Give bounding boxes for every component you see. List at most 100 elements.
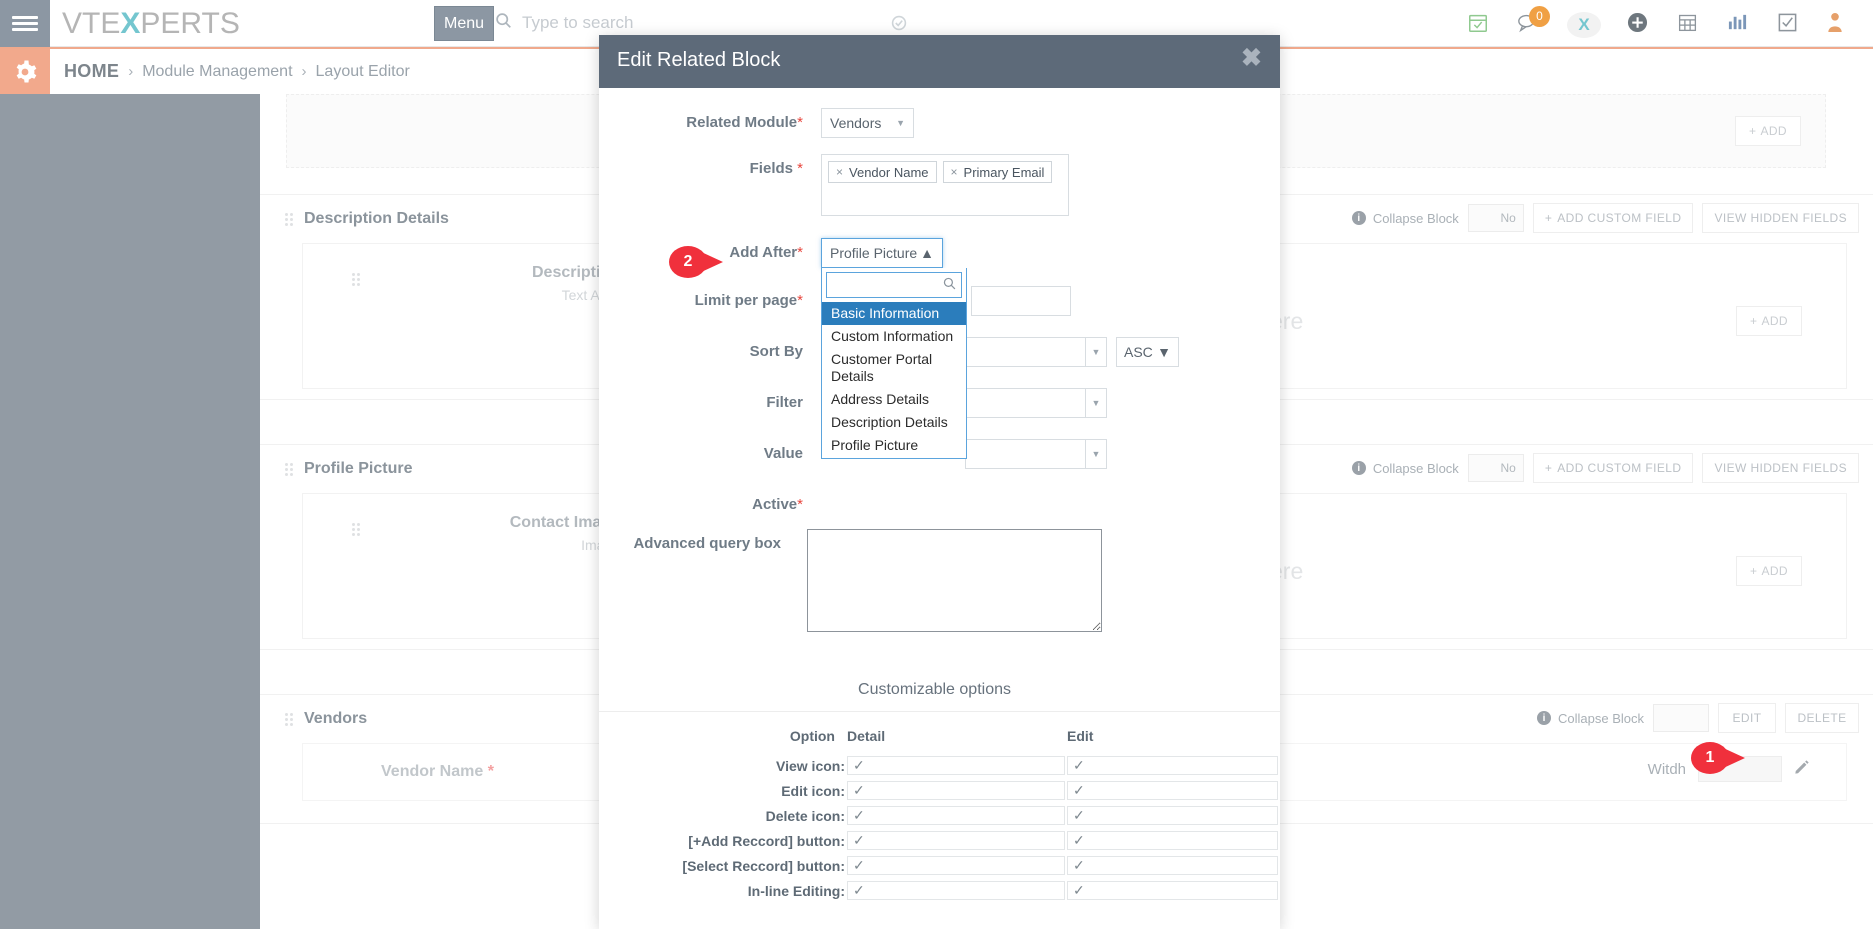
active-checkbox[interactable] — [965, 490, 985, 510]
analytics-icon[interactable] — [1727, 12, 1751, 36]
add-after-option-basic-information[interactable]: Basic Information — [822, 302, 966, 326]
edit-checkbox[interactable]: ✓ — [1067, 806, 1278, 825]
sort-by-select-caret[interactable]: ▼ — [1085, 337, 1107, 367]
value-select-caret[interactable]: ▼ — [1085, 439, 1107, 469]
option-edit-cell[interactable]: ✓ — [1067, 829, 1278, 852]
filter-select-caret[interactable]: ▼ — [1085, 388, 1107, 418]
collapse-block-label: Collapse Block — [1372, 460, 1459, 476]
drag-handle-icon[interactable] — [284, 712, 294, 726]
breadcrumb-item-module-management[interactable]: Module Management — [142, 63, 292, 81]
advanced-query-textarea[interactable] — [807, 529, 1102, 632]
tasks-icon[interactable] — [1777, 12, 1801, 36]
plus-icon: + — [1750, 564, 1758, 578]
option-detail-cell[interactable]: ✓ — [847, 854, 1065, 877]
add-after-select[interactable]: Profile Picture ▲ — [821, 238, 943, 268]
limit-per-page-input[interactable] — [971, 286, 1071, 316]
option-edit-cell[interactable]: ✓ — [1067, 754, 1278, 777]
active-control — [965, 490, 985, 513]
add-field-button[interactable]: + ADD — [1736, 306, 1802, 336]
drag-handle-icon[interactable] — [351, 522, 361, 536]
collapse-toggle[interactable]: No — [1467, 204, 1524, 232]
sort-direction-select[interactable]: ASC ▼ — [1116, 337, 1179, 367]
option-edit-cell[interactable]: ✓ — [1067, 779, 1278, 802]
related-module-value: Vendors — [830, 115, 882, 131]
edit-checkbox[interactable]: ✓ — [1067, 756, 1278, 775]
field-cell: Contact Image Image — [303, 494, 643, 638]
add-custom-field-button[interactable]: + ADD CUSTOM FIELD — [1532, 453, 1694, 483]
search-confirm-icon[interactable] — [891, 15, 907, 36]
edit-checkbox[interactable]: ✓ — [1067, 781, 1278, 800]
filter-select-body[interactable] — [965, 388, 1085, 418]
remove-chip-icon[interactable]: × — [951, 165, 958, 179]
drag-handle-icon[interactable] — [351, 272, 361, 286]
option-detail-cell[interactable]: ✓ — [847, 754, 1065, 777]
user-icon[interactable] — [1827, 12, 1851, 36]
detail-checkbox[interactable]: ✓ — [847, 831, 1065, 850]
option-detail-cell[interactable]: ✓ — [847, 879, 1065, 902]
field-chip-vendor-name[interactable]: × Vendor Name — [828, 161, 937, 183]
detail-checkbox[interactable]: ✓ — [847, 756, 1065, 775]
filter-label: Filter — [766, 394, 803, 411]
hamburger-menu-icon[interactable] — [0, 0, 50, 47]
option-detail-cell[interactable]: ✓ — [847, 829, 1065, 852]
option-detail-cell[interactable]: ✓ — [847, 804, 1065, 827]
remove-chip-icon[interactable]: × — [836, 165, 843, 179]
collapse-toggle[interactable]: No — [1467, 454, 1524, 482]
option-edit-cell[interactable]: ✓ — [1067, 879, 1278, 902]
sort-by-select-body[interactable] — [965, 337, 1085, 367]
breadcrumb-item-layout-editor[interactable]: Layout Editor — [316, 63, 410, 81]
add-circle-icon[interactable] — [1627, 12, 1651, 36]
options-header-detail: Detail — [847, 728, 886, 744]
advanced-query-control — [807, 529, 1102, 637]
topbar-icon-group: 0 X — [1467, 0, 1861, 47]
option-detail-cell[interactable]: ✓ — [847, 779, 1065, 802]
add-after-option-custom-information[interactable]: Custom Information — [822, 325, 966, 348]
detail-checkbox[interactable]: ✓ — [847, 806, 1065, 825]
add-field-button[interactable]: + ADD — [1735, 116, 1801, 146]
fields-multiselect[interactable]: × Vendor Name × Primary Email — [821, 154, 1069, 216]
vtexperts-x-icon[interactable]: X — [1567, 11, 1601, 38]
option-label: [+Add Reccord] button: — [688, 832, 845, 849]
chat-icon[interactable]: 0 — [1517, 5, 1550, 36]
drag-handle-icon[interactable] — [284, 212, 294, 226]
add-after-option-customer-portal-details[interactable]: Customer Portal Details — [822, 348, 966, 388]
breadcrumb-home[interactable]: HOME — [64, 61, 119, 82]
close-icon[interactable]: ✖ — [1241, 46, 1262, 71]
related-module-select[interactable]: Vendors ▼ — [821, 108, 914, 138]
limit-per-page-label: Limit per page* — [694, 292, 803, 309]
view-hidden-fields-button[interactable]: VIEW HIDDEN FIELDS — [1702, 203, 1859, 233]
delete-related-block-button[interactable]: DELETE — [1785, 703, 1859, 733]
collapse-block-control: i Collapse Block — [1537, 711, 1644, 726]
detail-checkbox[interactable]: ✓ — [847, 781, 1065, 800]
detail-checkbox[interactable]: ✓ — [847, 881, 1065, 900]
option-edit-cell[interactable]: ✓ — [1067, 854, 1278, 877]
calendar-icon[interactable] — [1677, 12, 1701, 36]
add-after-search-input[interactable] — [826, 272, 962, 298]
edit-checkbox[interactable]: ✓ — [1067, 881, 1278, 900]
search-input[interactable] — [520, 12, 850, 34]
value-control: ▼ — [965, 439, 1107, 469]
add-after-option-description-details[interactable]: Description Details — [822, 411, 966, 434]
field-chip-primary-email[interactable]: × Primary Email — [942, 161, 1053, 183]
add-custom-field-button[interactable]: + ADD CUSTOM FIELD — [1532, 203, 1694, 233]
add-field-button[interactable]: + ADD — [1736, 556, 1802, 586]
advanced-query-label: Advanced query box — [633, 535, 781, 552]
edit-checkbox[interactable]: ✓ — [1067, 831, 1278, 850]
detail-checkbox[interactable]: ✓ — [847, 856, 1065, 875]
options-divider — [599, 711, 1280, 712]
calendar-check-icon[interactable] — [1467, 12, 1491, 36]
add-after-option-address-details[interactable]: Address Details — [822, 388, 966, 411]
edit-checkbox[interactable]: ✓ — [1067, 856, 1278, 875]
drag-handle-icon[interactable] — [284, 462, 294, 476]
menu-button[interactable]: Menu — [434, 6, 494, 41]
value-select-body[interactable] — [965, 439, 1085, 469]
pencil-icon[interactable] — [1794, 759, 1810, 780]
view-hidden-fields-button[interactable]: VIEW HIDDEN FIELDS — [1702, 453, 1859, 483]
edit-related-block-button[interactable]: EDIT — [1718, 703, 1776, 733]
option-edit-cell[interactable]: ✓ — [1067, 804, 1278, 827]
add-after-option-profile-picture[interactable]: Profile Picture — [822, 434, 966, 457]
gear-icon[interactable] — [0, 49, 50, 94]
block-title: Description Details — [304, 210, 449, 227]
plus-icon: + — [1750, 314, 1758, 328]
collapse-toggle[interactable]: No — [1653, 704, 1709, 732]
